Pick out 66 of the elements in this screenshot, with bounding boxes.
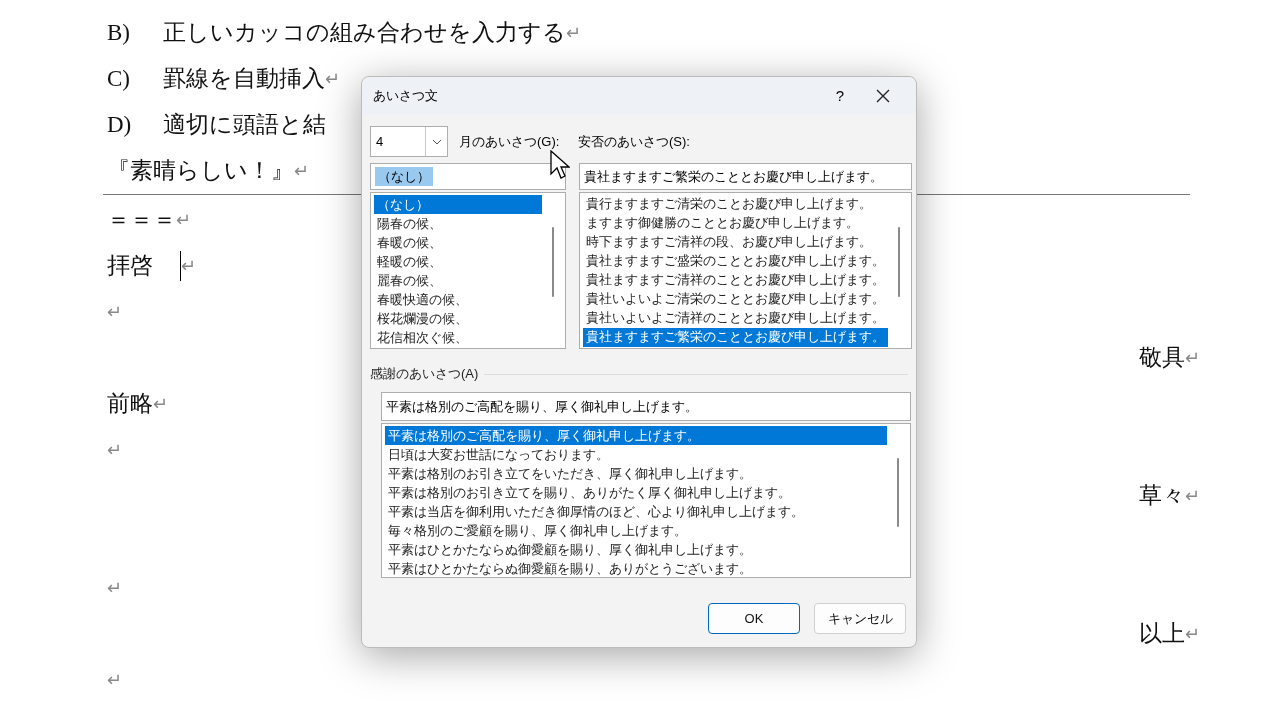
- paragraph-text: 以上: [1139, 619, 1185, 648]
- paragraph-text: 適切に頭語と結: [163, 110, 326, 139]
- list-item[interactable]: 麗春の候、: [374, 271, 542, 290]
- paragraph-mark: ↵: [325, 67, 340, 91]
- dropdown[interactable]: 4: [370, 126, 448, 157]
- paragraph-mark: ↵: [176, 208, 191, 232]
- list-item[interactable]: 時下ますますご清祥の段、お慶び申し上げます。: [583, 233, 888, 252]
- paragraph-mark: ↵: [107, 438, 122, 462]
- field-label: 月のあいさつ(G):: [459, 132, 561, 151]
- paragraph-mark: ↵: [294, 159, 309, 183]
- group-label: 感謝のあいさつ(A): [370, 365, 479, 384]
- paragraph-mark: ↵: [107, 300, 122, 324]
- paragraph-mark: ↵: [107, 668, 122, 692]
- scrollbar[interactable]: [897, 457, 899, 527]
- scrollbar[interactable]: [552, 227, 554, 297]
- paragraph-text: 草々: [1139, 481, 1185, 510]
- list-item[interactable]: 春暖の候、: [374, 233, 542, 252]
- list-item[interactable]: 日頃は大変お世話になっております。: [385, 445, 887, 464]
- list-item[interactable]: 花信相次ぐ候、: [374, 328, 542, 347]
- field-label: 安否のあいさつ(S):: [578, 132, 690, 151]
- list-item[interactable]: 貴行ますますご清栄のことお慶び申し上げます。: [583, 195, 888, 214]
- list-item[interactable]: 毎々格別のご愛顧を賜り、厚く御礼申し上げます。: [385, 521, 887, 540]
- list-item[interactable]: 桜花爛漫の候、: [374, 309, 542, 328]
- list-item[interactable]: 貴社いよいよご清祥のこととお慶び申し上げます。: [583, 309, 888, 328]
- list-item[interactable]: （なし）: [374, 195, 542, 214]
- list-item[interactable]: 春暖快適の候、: [374, 290, 542, 309]
- list-item[interactable]: 平素は当店を御利用いただき御厚情のほど、心より御礼申し上げます。: [385, 502, 887, 521]
- list-item[interactable]: 平素はひとかたならぬ御愛顧を賜り、厚く御礼申し上げます。: [385, 540, 887, 559]
- list-item[interactable]: 貴社ますますご盛栄のこととお慶び申し上げます。: [583, 252, 888, 271]
- paragraph-mark: ↵: [1185, 346, 1200, 370]
- help-button[interactable]: ?: [820, 81, 860, 111]
- paragraph-mark: ↵: [153, 392, 168, 416]
- text-field[interactable]: 平素は格別のご高配を賜り、厚く御礼申し上げます。: [381, 392, 911, 421]
- list-item[interactable]: 陽春の候、: [374, 214, 542, 233]
- paragraph-text: 拝啓: [107, 251, 153, 280]
- list-item[interactable]: 貴社ますますご繁栄のこととお慶び申し上げます。: [583, 328, 888, 347]
- list-item[interactable]: 平素はひとかたならぬ御愛顧を賜り、ありがとうございます。: [385, 559, 887, 577]
- scrollbar[interactable]: [898, 227, 900, 297]
- list-label: D): [107, 110, 133, 139]
- paragraph-mark: ↵: [1185, 622, 1200, 646]
- paragraph-text: 敬具: [1139, 343, 1185, 372]
- list-item[interactable]: 軽暖の候、: [374, 252, 542, 271]
- paragraph-text: 前略: [107, 389, 153, 418]
- list-item[interactable]: 平素は格別のお引き立てをいただき、厚く御礼申し上げます。: [385, 464, 887, 483]
- paragraph-mark: ↵: [1185, 484, 1200, 508]
- paragraph-mark: ↵: [107, 576, 122, 600]
- paragraph-text: 『素晴らしい！』: [107, 156, 294, 185]
- list-item[interactable]: ますます御健勝のこととお慶び申し上げます。: [583, 214, 888, 233]
- paragraph-mark: ↵: [566, 21, 581, 45]
- list-label: C): [107, 64, 131, 93]
- list-item[interactable]: 貴社いよいよご清栄のこととお慶び申し上げます。: [583, 290, 888, 309]
- list-label: B): [107, 18, 131, 47]
- text-field[interactable]: （なし）: [370, 163, 566, 190]
- paragraph-text: 罫線を自動挿入: [163, 64, 325, 93]
- paragraph-text: 正しいカッコの組み合わせを入力する: [163, 18, 566, 47]
- close-icon: [876, 89, 890, 103]
- text-field[interactable]: 貴社ますますご繁栄のこととお慶び申し上げます。: [579, 163, 912, 190]
- window-title: あいさつ文: [373, 87, 439, 106]
- cancel-button[interactable]: キャンセル: [814, 603, 906, 634]
- list-item[interactable]: 平素は格別のお引き立てを賜り、ありがたく厚く御礼申し上げます。: [385, 483, 887, 502]
- list-item[interactable]: 貴社ますますご清祥のこととお慶び申し上げます。: [583, 271, 888, 290]
- list-item[interactable]: 平素は格別のご高配を賜り、厚く御礼申し上げます。: [385, 426, 887, 445]
- chevron-down-icon: [431, 138, 442, 145]
- paragraph-mark: ↵: [181, 254, 196, 278]
- paragraph-text: ＝＝＝: [107, 205, 176, 234]
- ok-button[interactable]: OK: [708, 603, 800, 634]
